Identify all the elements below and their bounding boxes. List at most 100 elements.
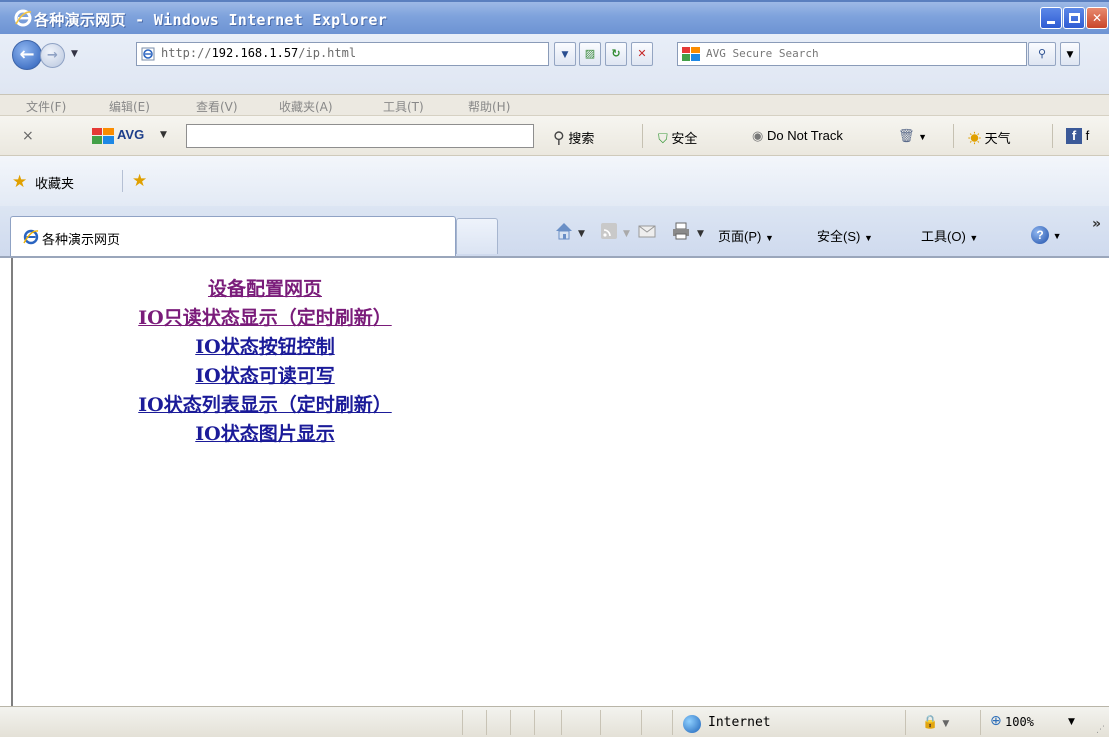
avg-logo-icon [92, 128, 114, 144]
url-path: /ip.html [298, 46, 357, 60]
demo-page-link[interactable]: IO状态按钮控制 [91, 333, 439, 362]
avg-toolbar: × AVG ▼ ⚲ 搜索 ⛉ 安全 ◉ Do Not Track 🗑 ▼ ☀ 天… [0, 116, 1109, 156]
demo-page-link[interactable]: IO状态可读可写 [91, 362, 439, 391]
chevron-down-icon[interactable]: ▼ [623, 229, 630, 239]
zoom-level-button[interactable]: 100% [1005, 715, 1034, 729]
toolbar-close-button[interactable]: × [22, 128, 34, 144]
chevron-down-icon[interactable]: ▼ [160, 130, 167, 140]
close-button[interactable]: ✕ [1086, 7, 1108, 29]
page-icon [141, 47, 155, 61]
forward-button[interactable]: → [40, 43, 65, 68]
search-placeholder: AVG Secure Search [706, 47, 819, 60]
toolbar-divider [1052, 124, 1053, 148]
chevron-down-icon: ▼ [969, 233, 979, 243]
shield-icon: ⛉ [658, 131, 668, 146]
home-icon[interactable] [553, 220, 575, 242]
do-not-track-button[interactable]: ◉ Do Not Track [752, 128, 843, 144]
demo-page-link[interactable]: IO状态列表显示（定时刷新） [91, 391, 439, 420]
chevron-down-icon[interactable]: ▼ [578, 229, 585, 239]
chevron-down-icon[interactable]: ▼ [1068, 717, 1075, 727]
stop-icon: ✕ [637, 47, 647, 60]
add-favorite-icon[interactable]: ★ [132, 171, 147, 191]
mail-icon[interactable] [636, 220, 658, 242]
trash-icon: 🗑 [898, 128, 915, 143]
status-divider [510, 710, 511, 735]
lock-icon: 🔒 [922, 715, 939, 730]
address-url: http://192.168.1.57/ip.html [161, 46, 356, 60]
tab-current[interactable]: 各种演示网页 [10, 216, 456, 256]
maximize-button[interactable] [1063, 7, 1085, 29]
chevron-down-icon: ▼ [1052, 231, 1062, 241]
tab-title: 各种演示网页 [42, 233, 121, 248]
search-go-button[interactable]: ⚲ [1028, 42, 1056, 66]
chevron-down-icon: ▼ [918, 132, 928, 142]
help-icon: ? [1031, 226, 1049, 244]
minimize-button[interactable] [1040, 7, 1062, 29]
page-content: 设备配置网页 IO只读状态显示（定时刷新） IO状态按钮控制 IO状态可读可写 IO状态… [11, 258, 1109, 706]
ie-logo-icon [14, 9, 32, 27]
eye-icon: ◉ [752, 128, 764, 143]
favorites-button[interactable]: 收藏夹 [35, 173, 74, 192]
avg-search-button[interactable]: ⚲ 搜索 [553, 128, 594, 148]
chevron-down-icon[interactable]: ▼ [697, 229, 704, 239]
compatibility-view-button[interactable]: ▨ [579, 42, 601, 66]
search-icon: ⚲ [1037, 47, 1047, 60]
protected-mode-button[interactable]: 🔒 ▼ [922, 715, 949, 730]
menu-favorites[interactable]: 收藏夹(A) [279, 98, 333, 115]
avg-safety-button[interactable]: ⛉ 安全 [658, 128, 697, 147]
menu-edit[interactable]: 编辑(E) [109, 98, 150, 115]
menu-bar: 文件(F) 编辑(E) 查看(V) 收藏夹(A) 工具(T) 帮助(H) [0, 94, 1109, 116]
refresh-button[interactable]: ↻ [605, 42, 627, 66]
chevron-down-icon: ▼ [764, 233, 774, 243]
stop-button[interactable]: ✕ [631, 42, 653, 66]
safety-menu-button[interactable]: 安全(S) ▼ [817, 226, 873, 245]
toolbar-divider [642, 124, 643, 148]
status-divider [486, 710, 487, 735]
forward-arrow-icon: → [47, 48, 58, 63]
chevron-down-icon: ▼ [1066, 50, 1074, 60]
menu-file[interactable]: 文件(F) [26, 98, 66, 115]
command-overflow-button[interactable]: » [1092, 216, 1101, 232]
page-menu-button[interactable]: 页面(P) ▼ [718, 226, 774, 245]
help-menu-button[interactable]: ? ▼ [1031, 226, 1062, 244]
history-dropdown-icon[interactable]: ▼ [71, 49, 78, 59]
rss-feed-icon[interactable] [598, 220, 620, 242]
toolbar-divider [953, 124, 954, 148]
favorites-divider [122, 170, 123, 192]
status-divider [534, 710, 535, 735]
url-host: 192.168.1.57 [211, 46, 299, 60]
status-divider [462, 710, 463, 735]
avg-safety-label: 安全 [671, 131, 698, 146]
demo-page-link[interactable]: 设备配置网页 [91, 275, 439, 304]
url-prefix: http:// [161, 46, 212, 60]
avg-brand[interactable]: AVG [117, 127, 144, 142]
address-bar-row: ← → ▼ http://192.168.1.57/ip.html ▼ ▨ ↻ … [0, 34, 1109, 94]
demo-page-link[interactable]: IO状态图片显示 [91, 420, 439, 449]
trash-button[interactable]: 🗑 ▼ [898, 128, 927, 144]
status-bar: Internet 🔒 ▼ ⊕ 100% ▼ ⋰ [0, 706, 1109, 737]
tools-menu-button[interactable]: 工具(O) ▼ [921, 226, 978, 245]
search-options-button[interactable]: ▼ [1060, 42, 1080, 66]
refresh-icon: ↻ [611, 47, 621, 60]
new-tab-button[interactable] [456, 218, 498, 254]
status-divider [980, 710, 981, 735]
weather-button[interactable]: ☀ 天气 [968, 128, 1011, 147]
facebook-button[interactable]: f f [1066, 128, 1089, 144]
close-icon: ✕ [1091, 11, 1103, 25]
avg-search-input[interactable] [186, 124, 534, 148]
maximize-icon [1069, 13, 1080, 23]
status-divider [561, 710, 562, 735]
resize-grip-icon[interactable]: ⋰ [1096, 725, 1105, 735]
menu-view[interactable]: 查看(V) [196, 98, 238, 115]
safety-menu-label: 安全(S) [817, 229, 861, 244]
menu-help[interactable]: 帮助(H) [468, 98, 510, 115]
back-button[interactable]: ← [12, 40, 42, 70]
menu-tools[interactable]: 工具(T) [383, 98, 424, 115]
demo-page-link[interactable]: IO只读状态显示（定时刷新） [91, 304, 439, 333]
print-icon[interactable] [670, 220, 692, 242]
search-input[interactable]: AVG Secure Search [677, 42, 1027, 66]
status-divider [600, 710, 601, 735]
zoom-icon: ⊕ [990, 713, 1002, 729]
address-dropdown-button[interactable]: ▼ [554, 42, 576, 66]
address-input[interactable]: http://192.168.1.57/ip.html [136, 42, 549, 66]
